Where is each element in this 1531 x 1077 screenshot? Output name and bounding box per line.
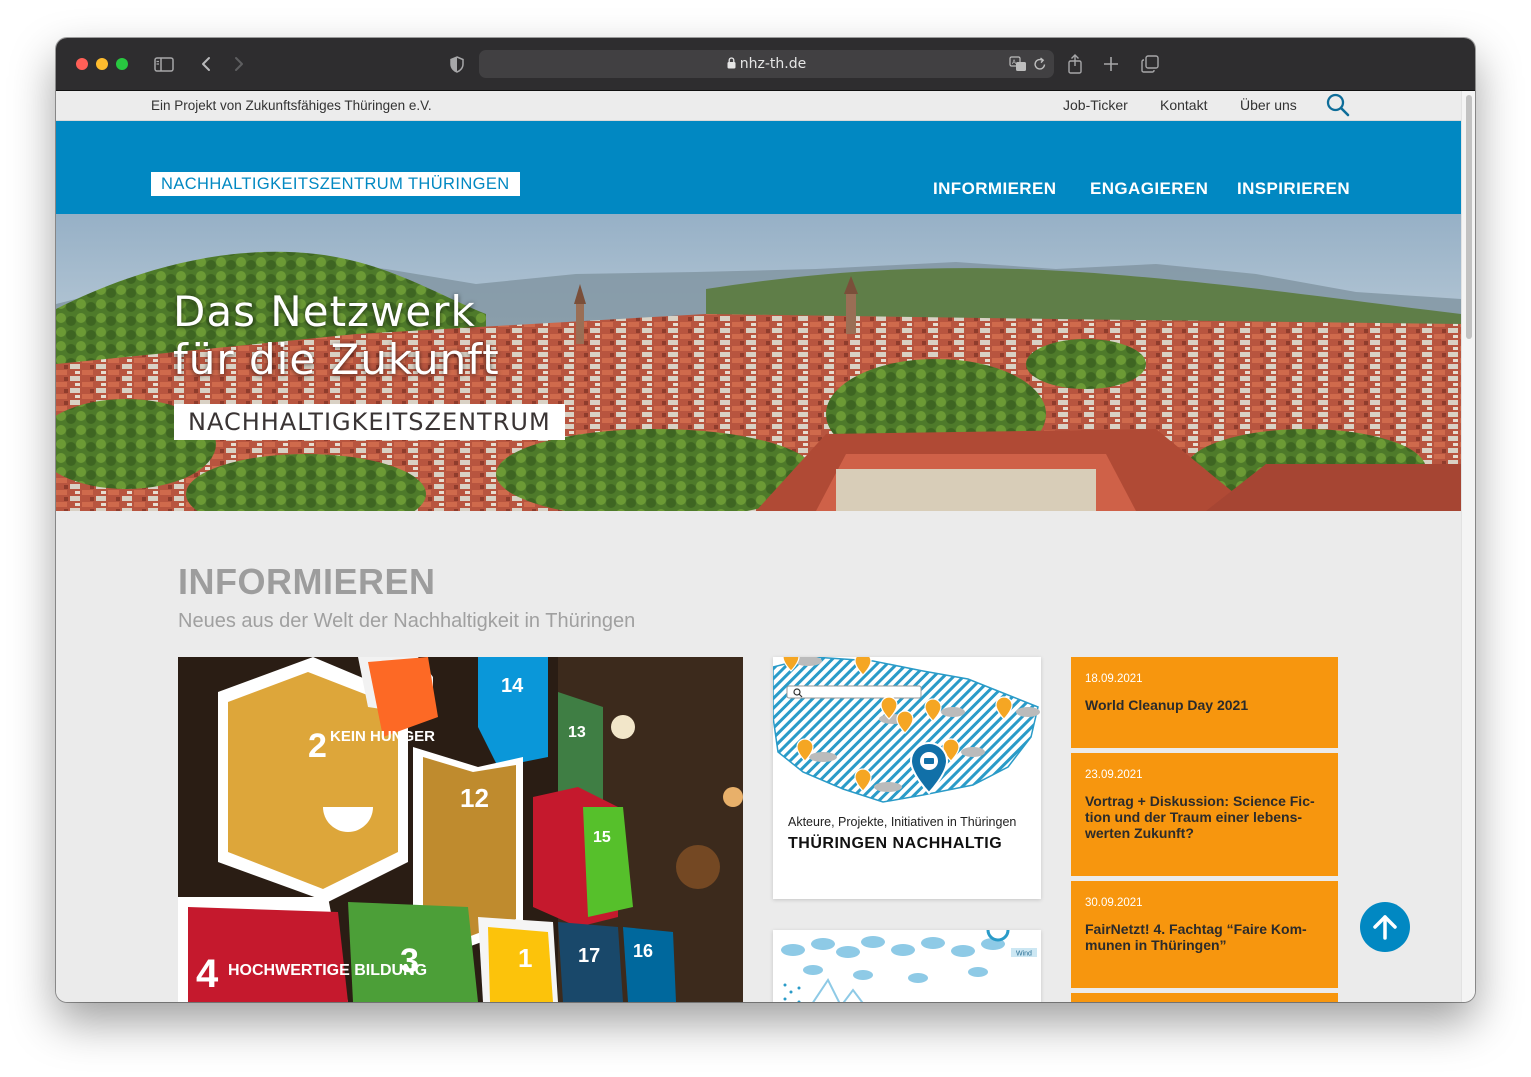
- site-header: NACHHALTIGKEITSZENTRUM THÜRINGEN INFORMI…: [56, 121, 1461, 214]
- tabs-icon[interactable]: [1139, 52, 1161, 76]
- zoom-window-button[interactable]: [116, 58, 128, 70]
- close-window-button[interactable]: [76, 58, 88, 70]
- sdg-boxes-image: 2 KEIN HUNGER 12 4 HOCHWERTIGE BILDUNG 3…: [178, 657, 743, 1002]
- site-logo[interactable]: NACHHALTIGKEITSZENTRUM THÜRINGEN: [151, 172, 520, 196]
- hero-headline-line1: Das Netzwerk: [173, 287, 476, 336]
- back-to-top-button[interactable]: [1360, 902, 1410, 952]
- event-date: 18.09.2021: [1085, 673, 1143, 685]
- sdg-number-14: 14: [501, 675, 524, 697]
- weather-illustration-image: Wind: [781, 930, 1037, 1002]
- sdg-number-16: 16: [633, 941, 653, 961]
- event-item[interactable]: 23.09.2021 Vortrag + Diskussion: Science…: [1071, 753, 1338, 876]
- lock-icon: [727, 57, 736, 73]
- reload-icon[interactable]: [1033, 56, 1047, 77]
- hero-banner: Das Netzwerk für die Zukunft NACHHALTIGK…: [56, 214, 1461, 511]
- job-ticker-link[interactable]: Job-Ticker: [1063, 97, 1128, 113]
- sdg-boxes-photo[interactable]: 2 KEIN HUNGER 12 4 HOCHWERTIGE BILDUNG 3…: [178, 657, 743, 1002]
- event-item[interactable]: 30.09.2021 FairNetzt! 4. Fachtag “Faire …: [1071, 881, 1338, 988]
- page-scrollbar[interactable]: [1461, 91, 1475, 1002]
- hero-headline-line2: für die Zukunft: [173, 335, 500, 384]
- arrow-up-icon: [1371, 913, 1399, 941]
- sdg-label-hunger: KEIN HUNGER: [330, 728, 435, 745]
- kontakt-link[interactable]: Kontakt: [1160, 97, 1207, 113]
- share-icon[interactable]: [1065, 52, 1085, 76]
- ueber-uns-link[interactable]: Über uns: [1240, 97, 1297, 113]
- new-tab-icon[interactable]: [1101, 52, 1121, 76]
- forward-icon[interactable]: [229, 52, 249, 76]
- thueringen-map-image: [773, 657, 1040, 803]
- sdg-number-3: 3: [400, 942, 419, 980]
- sdg-number-13: 13: [568, 724, 586, 741]
- browser-window: nhz-th.de A Ein Projekt von Zukunftsfähi…: [56, 38, 1475, 1002]
- sidebar-icon[interactable]: [153, 52, 175, 76]
- hero-badge: NACHHALTIGKEITSZENTRUM: [174, 404, 565, 440]
- sdg-label-education: HOCHWERTIGE BILDUNG: [228, 962, 427, 979]
- event-date: 30.09.2021: [1085, 897, 1143, 909]
- search-icon[interactable]: [1326, 93, 1350, 122]
- url-label: nhz-th.de: [739, 56, 807, 72]
- utility-bar: Ein Projekt von Zukunftsfähiges Thüringe…: [56, 91, 1461, 121]
- card-thueringen-nachhaltig[interactable]: Akteure, Projekte, Initiativen in Thürin…: [773, 657, 1041, 899]
- sdg-number-15: 15: [593, 829, 611, 846]
- sdg-number-12: 12: [460, 783, 489, 813]
- sdg-number-17: 17: [578, 945, 600, 967]
- card-weather-map[interactable]: Wind: [773, 930, 1041, 1002]
- event-title: Vortrag + Diskussion: Science Fic­tion u…: [1085, 793, 1315, 841]
- nav-inspirieren[interactable]: INSPIRIEREN: [1237, 179, 1350, 199]
- event-date: 23.09.2021: [1085, 769, 1143, 781]
- event-item-partial[interactable]: [1071, 993, 1338, 1002]
- project-text: Ein Projekt von Zukunftsfähiges Thüringe…: [151, 98, 432, 113]
- nav-engagieren[interactable]: ENGAGIEREN: [1090, 179, 1208, 199]
- scrollbar-thumb[interactable]: [1466, 95, 1472, 339]
- address-bar[interactable]: nhz-th.de A: [479, 50, 1054, 78]
- sdg-number-1: 1: [518, 943, 532, 973]
- minimize-window-button[interactable]: [96, 58, 108, 70]
- event-item[interactable]: 18.09.2021 World Cleanup Day 2021: [1071, 657, 1338, 748]
- url-text: nhz-th.de: [479, 56, 1054, 73]
- browser-toolbar: nhz-th.de A: [56, 38, 1475, 91]
- card-subtitle: Akteure, Projekte, Initiativen in Thürin…: [788, 815, 1017, 829]
- shield-icon[interactable]: [448, 52, 466, 76]
- web-page: Ein Projekt von Zukunftsfähiges Thüringe…: [56, 91, 1461, 1002]
- event-title: FairNetzt! 4. Fachtag “Faire Kom­munen i…: [1085, 921, 1307, 953]
- translate-icon[interactable]: A: [1009, 56, 1027, 77]
- nav-informieren[interactable]: INFORMIEREN: [933, 179, 1056, 199]
- card-title: THÜRINGEN NACHHALTIG: [788, 835, 1003, 852]
- section-title: INFORMIEREN: [178, 561, 436, 602]
- section-subtitle: Neues aus der Welt der Nachhaltigkeit in…: [178, 610, 636, 632]
- wind-badge-text: Wind: [1016, 951, 1032, 958]
- sdg-number-4: 4: [196, 952, 219, 996]
- event-title: World Cleanup Day 2021: [1085, 697, 1249, 713]
- sdg-number-2: 2: [308, 727, 327, 765]
- back-icon[interactable]: [196, 52, 216, 76]
